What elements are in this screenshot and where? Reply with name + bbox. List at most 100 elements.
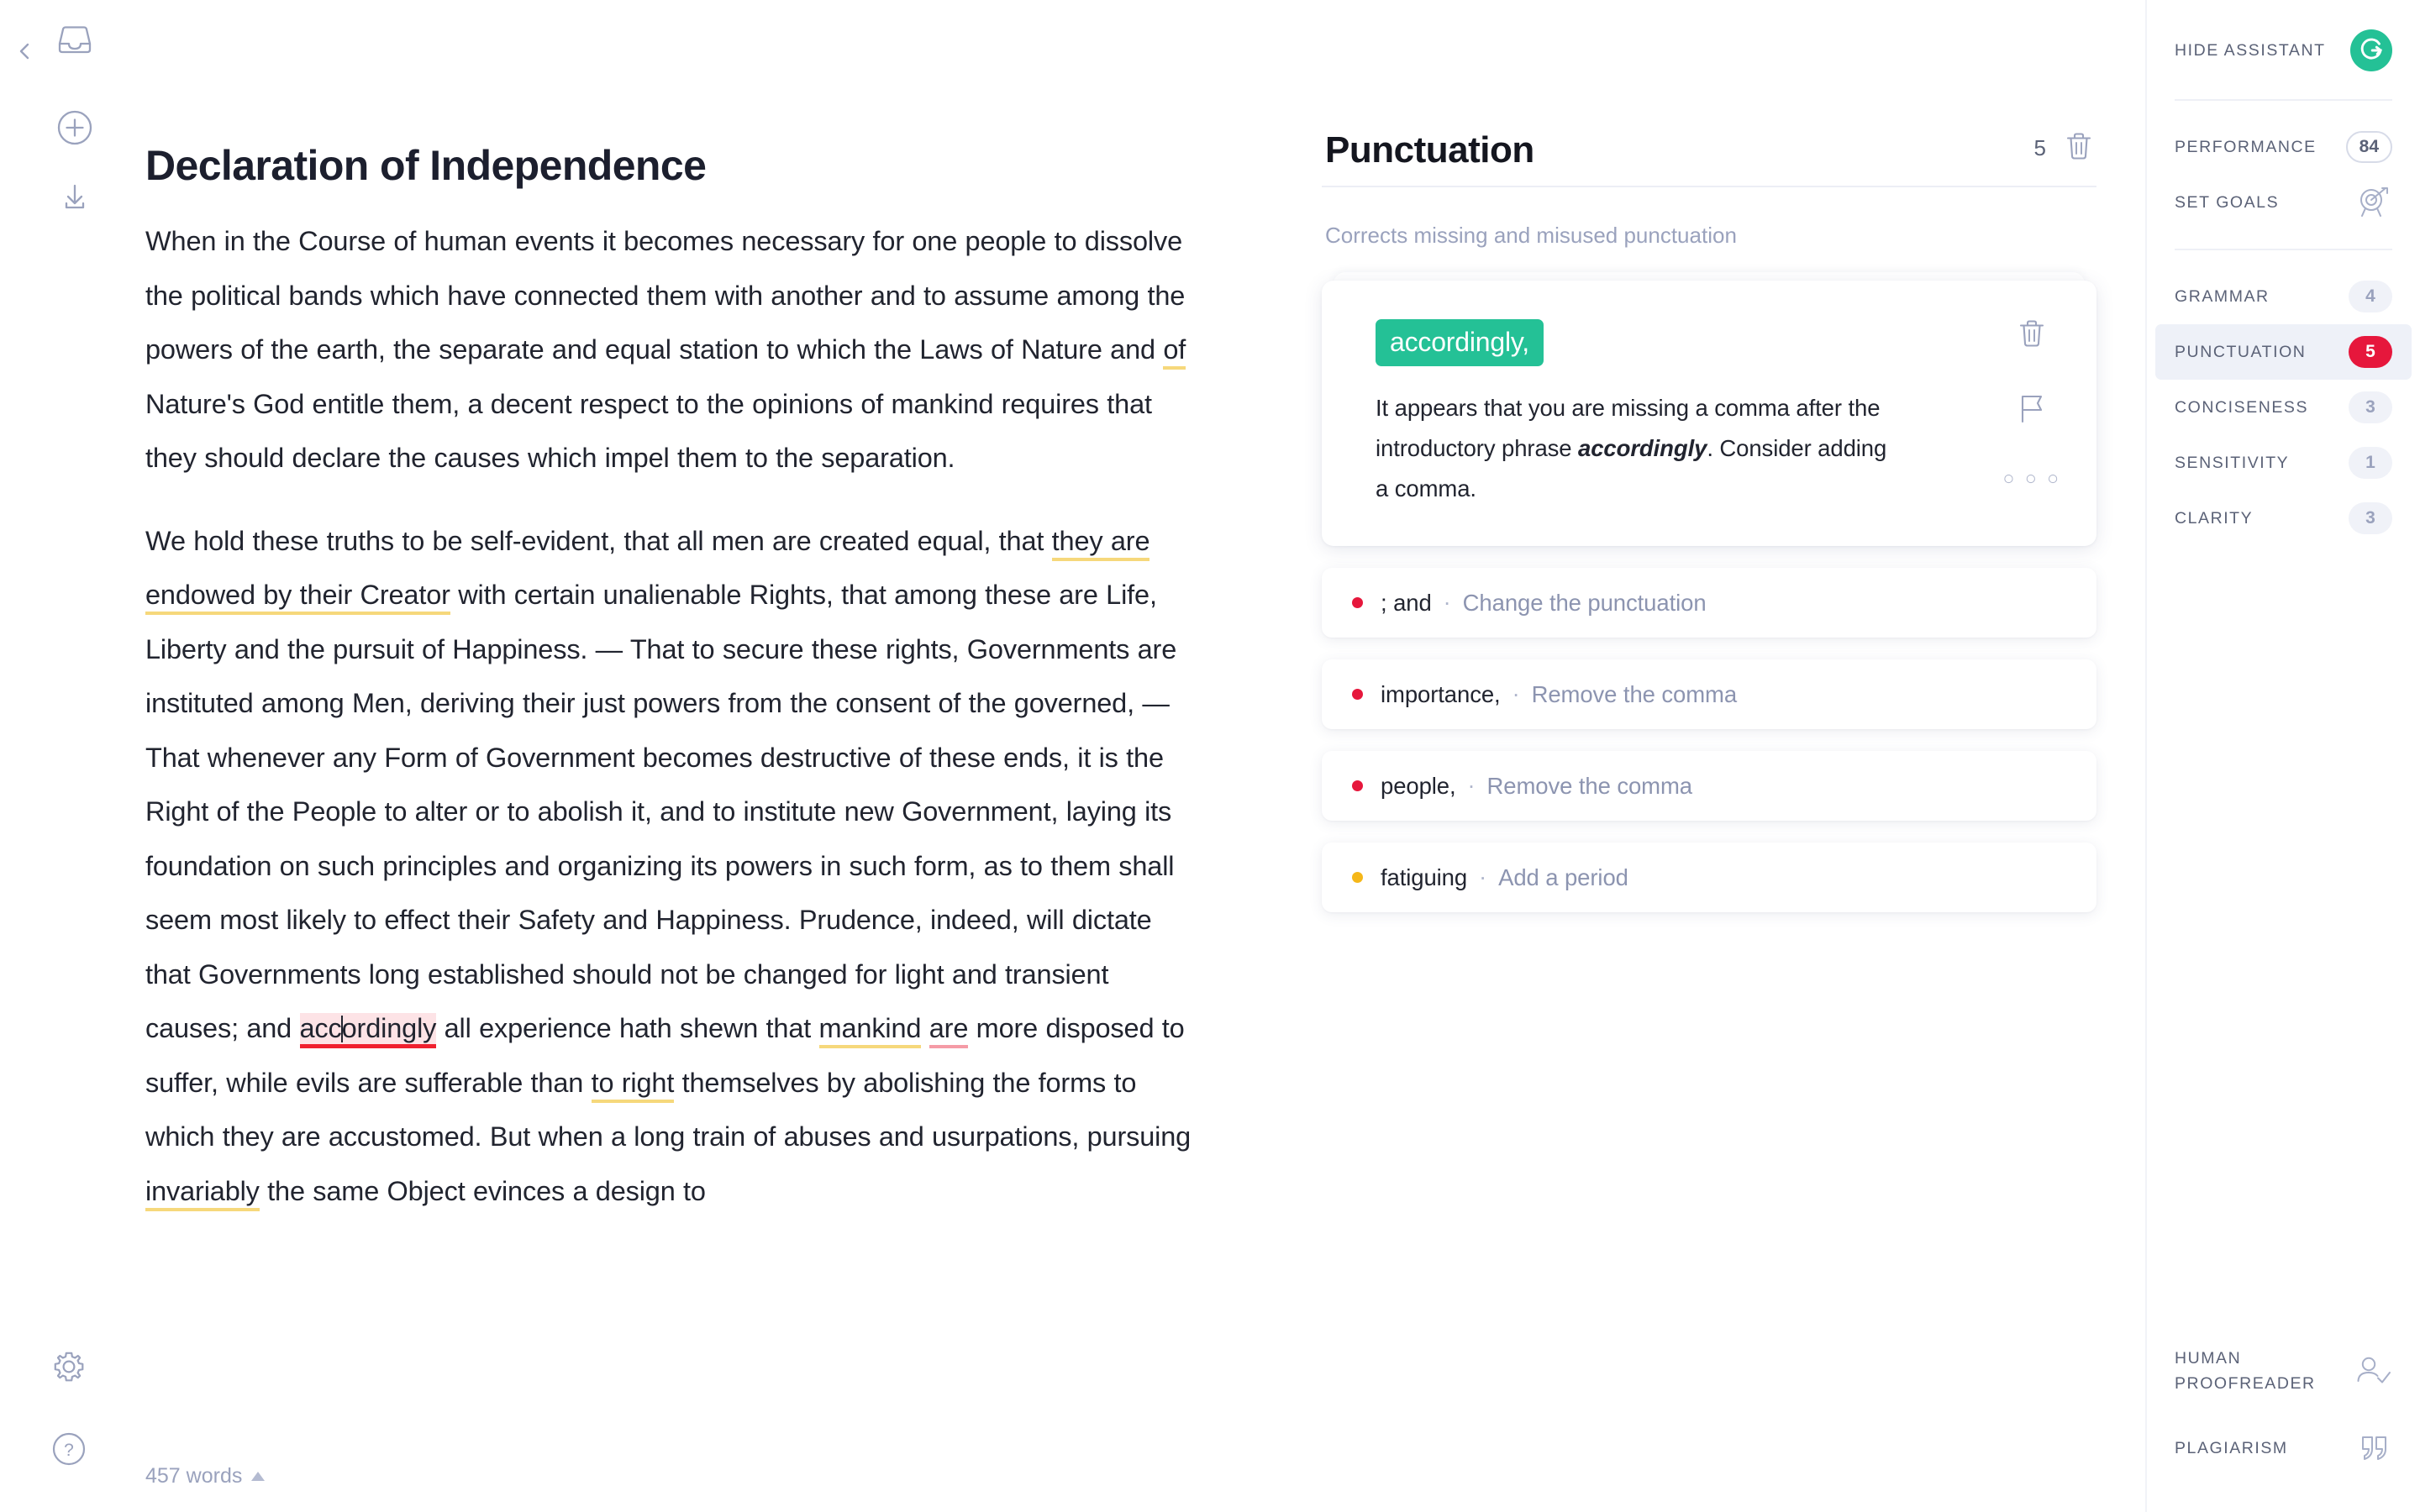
status-badge: 4 bbox=[2349, 281, 2392, 312]
text-run: the same Object evinces a design to bbox=[259, 1175, 706, 1206]
sidebar-item-human-proofreader[interactable]: HUMAN PROOFREADER bbox=[2147, 1332, 2420, 1410]
suggestion-word: ; and bbox=[1381, 589, 1432, 616]
gear-icon[interactable] bbox=[50, 1347, 88, 1386]
help-button[interactable]: ? bbox=[0, 1413, 126, 1485]
svg-text:?: ? bbox=[64, 1441, 74, 1460]
active-suggestion-card[interactable]: accordingly, It appears that you are mis… bbox=[1322, 281, 2096, 546]
list-item[interactable]: fatiguing · Add a period bbox=[1322, 843, 2096, 912]
assistant-subtitle: Corrects missing and misused punctuation bbox=[1325, 223, 1737, 248]
paragraph-2[interactable]: We hold these truths to be self-evident,… bbox=[145, 514, 1200, 1219]
word-count-label: 457 words bbox=[145, 1464, 243, 1488]
document-editor[interactable]: Declaration of Independence When in the … bbox=[126, 0, 1322, 1512]
trash-icon[interactable] bbox=[2065, 130, 2093, 166]
inbox-icon[interactable] bbox=[55, 24, 95, 57]
target-icon[interactable] bbox=[2355, 186, 2392, 219]
suggestion-replacement-chip[interactable]: accordingly, bbox=[1376, 319, 1544, 366]
quotation-marks-icon[interactable] bbox=[2355, 1434, 2392, 1462]
chevron-up-icon[interactable] bbox=[251, 1472, 266, 1481]
trash-icon[interactable] bbox=[2018, 318, 2046, 354]
download-button[interactable] bbox=[0, 156, 126, 237]
sidebar-item-label: CLARITY bbox=[2175, 508, 2254, 528]
suggestion-action: Add a period bbox=[1498, 864, 1628, 890]
paragraph-1[interactable]: When in the Course of human events it be… bbox=[145, 214, 1200, 486]
left-rail: ? bbox=[0, 0, 126, 1512]
sidebar-item-set-goals[interactable]: SET GOALS bbox=[2147, 175, 2420, 230]
suggestion-word: importance, bbox=[1381, 680, 1501, 707]
settings-button[interactable] bbox=[0, 1320, 126, 1413]
suggestion-word: fatiguing bbox=[1381, 864, 1468, 890]
suggestion-underline-pink[interactable]: are bbox=[929, 1013, 968, 1048]
text-run bbox=[921, 1013, 929, 1043]
sidebar-item-clarity[interactable]: CLARITY 3 bbox=[2147, 491, 2420, 546]
document-title[interactable]: Declaration of Independence bbox=[145, 0, 1322, 186]
text-run: with certain unalienable Rights, that am… bbox=[145, 580, 1177, 1043]
assistant-header-actions: 5 bbox=[2034, 130, 2093, 169]
explanation-emphasis: accordingly bbox=[1578, 435, 1707, 461]
sidebar-bottom-group: HUMAN PROOFREADER PLAGIARISM bbox=[2147, 1332, 2420, 1487]
text-run: When in the Course of human events it be… bbox=[145, 226, 1186, 365]
suggestion-underline-yellow[interactable]: mankind bbox=[818, 1013, 921, 1048]
suggestion-underline-yellow[interactable]: invariably bbox=[145, 1175, 260, 1211]
severity-dot bbox=[1352, 780, 1363, 791]
suggestion-action: Change the punctuation bbox=[1462, 589, 1707, 616]
list-item[interactable]: importance, · Remove the comma bbox=[1322, 659, 2096, 729]
status-badge: 3 bbox=[2349, 502, 2392, 534]
right-sidebar: HIDE ASSISTANT PERFORMANCE 84 SET GOALS bbox=[2145, 0, 2420, 1512]
card-action-column: ○ ○ ○ bbox=[2003, 318, 2061, 488]
performance-score-badge: 84 bbox=[2345, 131, 2392, 163]
separator: · bbox=[1479, 864, 1487, 890]
grammarly-editor-app: ? Declaration of Independence When in th… bbox=[0, 0, 2420, 1512]
sidebar-item-label: SENSITIVITY bbox=[2175, 453, 2290, 472]
left-rail-bottom-group: ? bbox=[0, 1320, 126, 1485]
grammarly-logo[interactable] bbox=[2350, 29, 2392, 71]
list-item[interactable]: ; and · Change the punctuation bbox=[1322, 568, 2096, 638]
left-rail-top-group bbox=[0, 0, 126, 237]
assistant-panel: Punctuation 5 Corrects missing and misus… bbox=[1322, 0, 2145, 1512]
sidebar-item-label: HUMAN PROOFREADER bbox=[2175, 1349, 2316, 1393]
suggestion-explanation: It appears that you are missing a comma … bbox=[1376, 388, 1905, 509]
divider bbox=[2175, 99, 2392, 101]
sidebar-item-label: PERFORMANCE bbox=[2175, 137, 2317, 156]
active-suggestion-highlight[interactable]: accordingly bbox=[299, 1013, 437, 1048]
question-circle-icon[interactable]: ? bbox=[50, 1431, 87, 1467]
assistant-title: Punctuation bbox=[1325, 129, 1534, 171]
plus-circle-icon[interactable] bbox=[56, 109, 93, 146]
separator: · bbox=[1467, 773, 1476, 798]
suggestion-underline-yellow[interactable]: to right bbox=[591, 1067, 674, 1103]
separator: · bbox=[1443, 590, 1451, 615]
hide-assistant-button[interactable]: HIDE ASSISTANT bbox=[2147, 0, 2420, 81]
sidebar-item-label: PUNCTUATION bbox=[2175, 342, 2307, 361]
suggestion-action: Remove the comma bbox=[1531, 680, 1738, 707]
more-options-icon[interactable]: ○ ○ ○ bbox=[2003, 469, 2061, 488]
suggestion-underline-yellow[interactable]: of bbox=[1163, 334, 1186, 370]
severity-dot bbox=[1352, 689, 1363, 700]
sidebar-item-grammar[interactable]: GRAMMAR 4 bbox=[2147, 269, 2420, 324]
assistant-issue-count: 5 bbox=[2033, 135, 2046, 160]
list-item[interactable]: people, · Remove the comma bbox=[1322, 751, 2096, 821]
sidebar-item-label: PLAGIARISM bbox=[2175, 1438, 2288, 1457]
severity-dot bbox=[1352, 872, 1363, 883]
flag-icon[interactable] bbox=[2018, 394, 2046, 428]
suggestion-list: ; and · Change the punctuation importanc… bbox=[1322, 568, 2096, 912]
rail-inbox-row[interactable] bbox=[0, 0, 126, 81]
hide-assistant-label: HIDE ASSISTANT bbox=[2175, 40, 2326, 60]
text-run: all experience hath shewn that bbox=[436, 1013, 819, 1043]
suggestion-action: Remove the comma bbox=[1486, 772, 1693, 799]
suggestion-word: people, bbox=[1381, 772, 1456, 799]
text-run: We hold these truths to be self-evident,… bbox=[145, 525, 1052, 556]
divider bbox=[2175, 249, 2392, 250]
sidebar-item-performance[interactable]: PERFORMANCE 84 bbox=[2147, 119, 2420, 175]
chevron-left-icon[interactable] bbox=[13, 39, 35, 64]
download-icon[interactable] bbox=[56, 178, 93, 215]
sidebar-item-plagiarism[interactable]: PLAGIARISM bbox=[2147, 1410, 2420, 1487]
word-count[interactable]: 457 words bbox=[145, 1464, 266, 1488]
status-badge: 3 bbox=[2349, 391, 2392, 423]
sidebar-item-punctuation[interactable]: PUNCTUATION 5 bbox=[2155, 324, 2412, 380]
active-word-part-b: ordingly bbox=[341, 1013, 437, 1043]
person-check-icon[interactable] bbox=[2355, 1355, 2392, 1387]
sidebar-item-sensitivity[interactable]: SENSITIVITY 1 bbox=[2147, 435, 2420, 491]
sidebar-item-label: SET GOALS bbox=[2175, 192, 2280, 212]
sidebar-item-conciseness[interactable]: CONCISENESS 3 bbox=[2147, 380, 2420, 435]
document-body[interactable]: When in the Course of human events it be… bbox=[145, 214, 1200, 1218]
severity-dot bbox=[1352, 597, 1363, 608]
